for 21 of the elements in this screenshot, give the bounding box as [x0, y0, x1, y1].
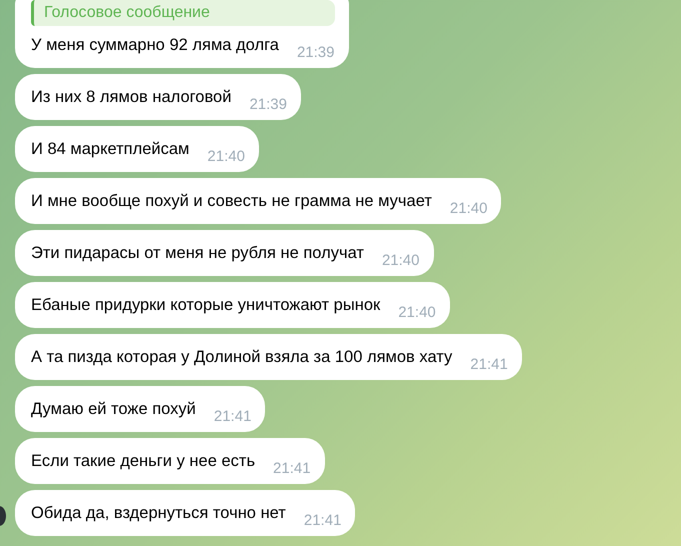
message-text: Думаю ей тоже похуй — [31, 399, 196, 420]
message-time: 21:40 — [398, 304, 436, 322]
message-time: 21:41 — [273, 460, 311, 478]
message-time: 21:40 — [450, 200, 488, 218]
message-text: Если такие деньги у нее есть — [31, 451, 256, 472]
message-text: И мне вообще похуй и совесть не грамма не мучает — [31, 191, 432, 212]
reply-quote[interactable]: Голосовое сообщение — [31, 0, 334, 26]
message-time: 21:41 — [470, 356, 508, 374]
message-time: 21:40 — [207, 148, 245, 166]
message-text: Из них 8 лямов налоговой — [31, 87, 232, 108]
message-text: Эти пидарасы от меня не рубля не получат — [31, 243, 364, 264]
message-text: А та пизда которая у Долиной взяла за 100 лямов хату — [31, 347, 452, 368]
message-text: У меня суммарно 92 ляма долга — [31, 35, 279, 56]
message-time: 21:39 — [296, 44, 334, 62]
message-text: Обида да, вздернуться точно нет — [31, 503, 286, 524]
message-time: 21:41 — [304, 512, 342, 530]
message-text: Ебаные придурки которые уничтожают рынок — [31, 295, 380, 316]
message-time: 21:39 — [249, 96, 287, 114]
message-time: 21:41 — [214, 408, 252, 426]
message-text: И 84 маркетплейсам — [31, 139, 190, 160]
message-time: 21:40 — [382, 252, 420, 270]
